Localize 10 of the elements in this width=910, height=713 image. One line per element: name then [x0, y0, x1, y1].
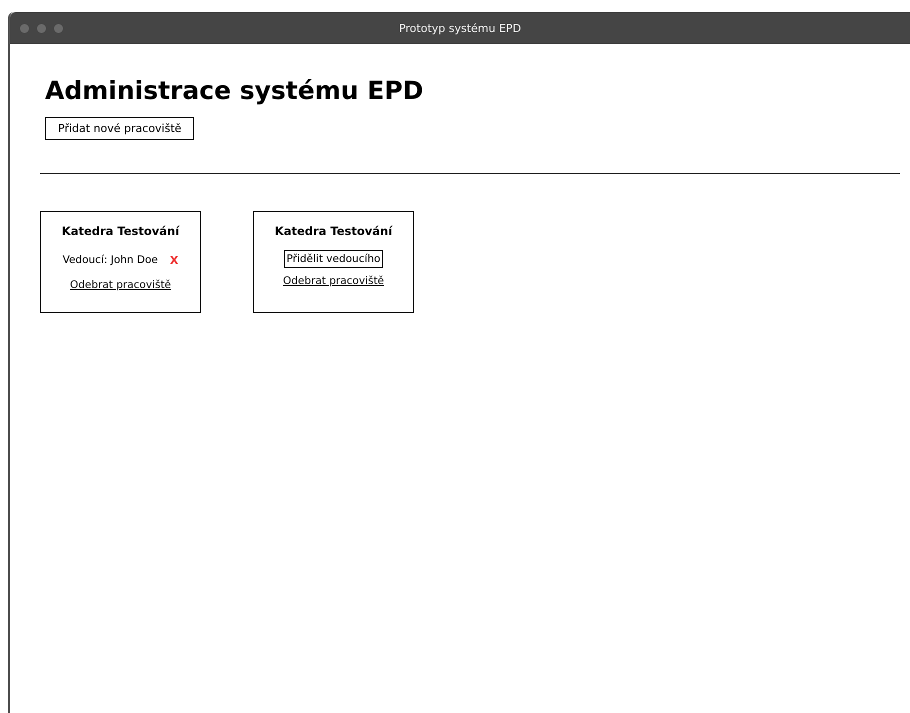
window-title: Prototyp systému EPD — [398, 22, 522, 34]
leader-label: Vedoucí: John Doe — [62, 254, 158, 266]
assign-leader-button[interactable]: Přidělit vedoucího — [284, 250, 384, 268]
workplace-name: Katedra Testování — [62, 224, 180, 238]
remove-workplace-link[interactable]: Odebrat pracoviště — [282, 275, 384, 287]
remove-leader-button[interactable]: X — [170, 254, 178, 266]
remove-workplace-link[interactable]: Odebrat pracoviště — [70, 279, 172, 291]
page-heading: Administrace systému EPD — [45, 76, 424, 105]
add-workplace-button[interactable]: Přidat nové pracoviště — [45, 117, 194, 140]
workplace-name: Katedra Testování — [274, 224, 392, 238]
